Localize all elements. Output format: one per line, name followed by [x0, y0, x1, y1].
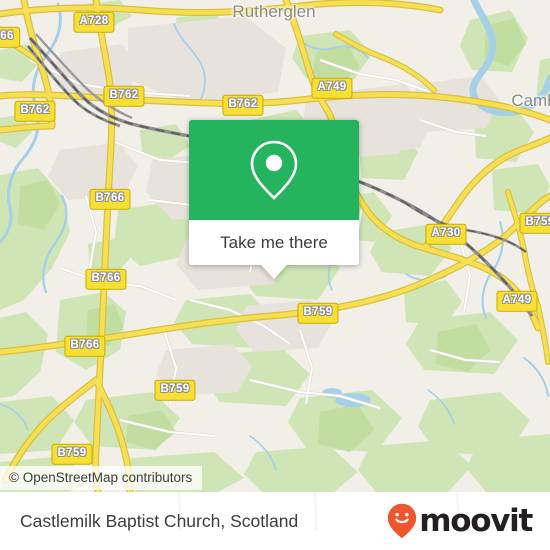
- place-label-cambuslang: Camb: [511, 91, 550, 110]
- road-shield: B762: [103, 85, 145, 107]
- road-shield: A749: [311, 77, 353, 99]
- road-shield: B759: [51, 443, 93, 465]
- road-shield: A749: [496, 290, 538, 312]
- road-shield: B759: [519, 212, 550, 234]
- moovit-logo[interactable]: moovit: [387, 502, 533, 539]
- moovit-location-card: Rutherglen Camb 66 A728 B762 B762 B762 A…: [0, 0, 550, 550]
- road-shield: B762: [222, 94, 264, 116]
- moovit-wordmark: moovit: [419, 502, 533, 539]
- road-shield: B759: [154, 379, 196, 401]
- map-view[interactable]: Rutherglen Camb 66 A728 B762 B762 B762 A…: [0, 0, 550, 492]
- take-me-there-label: Take me there: [220, 232, 328, 252]
- road-shield: B766: [89, 188, 131, 210]
- moovit-smile-pin-icon: [388, 503, 417, 539]
- popup-cta-panel[interactable]: Take me there: [189, 220, 359, 265]
- popup-tail-pointer: [261, 265, 287, 279]
- place-label-rutherglen: Rutherglen: [232, 2, 316, 21]
- road-shield: B762: [14, 100, 56, 122]
- footer-bar: Castlemilk Baptist Church, Scotland moov…: [0, 492, 550, 550]
- location-popup-card[interactable]: Take me there: [189, 120, 359, 279]
- popup-pin-panel: [189, 120, 359, 220]
- map-pin-icon: [250, 140, 298, 200]
- road-shield: A728: [73, 11, 115, 33]
- osm-attribution[interactable]: © OpenStreetMap contributors: [0, 466, 203, 490]
- location-title: Castlemilk Baptist Church, Scotland: [20, 510, 299, 531]
- road-shield: 66: [0, 26, 20, 48]
- road-shield: B766: [85, 268, 127, 290]
- road-shield: B759: [297, 302, 339, 324]
- road-shield: A730: [425, 223, 467, 245]
- road-shield: B766: [64, 335, 106, 357]
